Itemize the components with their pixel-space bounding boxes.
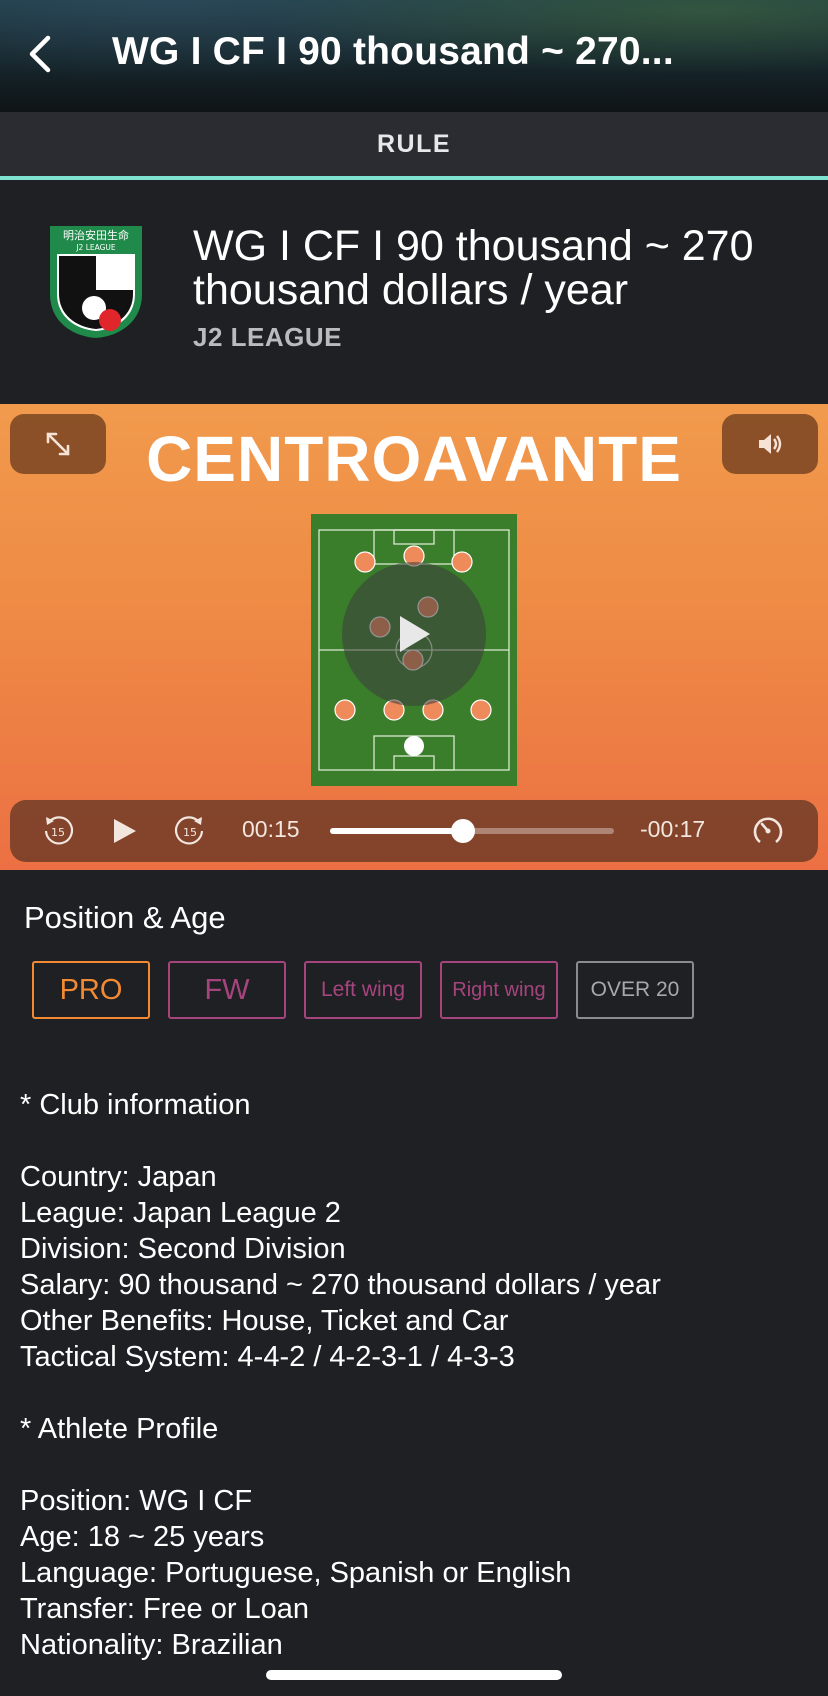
club-info-line: Salary: 90 thousand ~ 270 thousand dolla… <box>20 1269 661 1301</box>
chevron-left-icon <box>29 35 51 73</box>
job-header: 明治安田生命 J2 LEAGUE WG I CF I 90 thousand ~… <box>0 180 828 404</box>
svg-text:15: 15 <box>51 826 65 839</box>
svg-text:J2 LEAGUE: J2 LEAGUE <box>75 243 116 252</box>
seek-bar[interactable] <box>330 819 614 843</box>
tag-right-wing[interactable]: Right wing <box>440 961 558 1019</box>
seek-thumb[interactable] <box>451 819 476 843</box>
job-description: * Club information Country: Japan League… <box>20 1087 810 1663</box>
athlete-profile-line: Position: WG I CF <box>20 1485 253 1517</box>
play-icon <box>114 819 136 843</box>
play-button[interactable] <box>104 811 144 851</box>
playback-speed-button[interactable] <box>748 811 788 851</box>
club-info-line: League: Japan League 2 <box>20 1197 341 1229</box>
video-heading: CENTROAVANTE <box>146 423 682 495</box>
forward-15-icon: 15 <box>174 816 204 845</box>
athlete-profile-line: Language: Portuguese, Spanish or English <box>20 1557 572 1589</box>
svg-text:明治安田生命: 明治安田生命 <box>63 228 129 242</box>
club-info-line: Other Benefits: House, Ticket and Car <box>20 1305 509 1337</box>
club-info-line: Division: Second Division <box>20 1233 346 1265</box>
rewind-15-icon: 15 <box>44 816 74 845</box>
tag-left-wing[interactable]: Left wing <box>304 961 422 1019</box>
play-overlay-button[interactable] <box>342 562 486 706</box>
position-age-title: Position & Age <box>24 900 226 935</box>
athlete-profile-line: Nationality: Brazilian <box>20 1629 283 1661</box>
athlete-profile-line: Age: 18 ~ 25 years <box>20 1521 265 1553</box>
svg-text:15: 15 <box>183 826 197 839</box>
club-info-line: Tactical System: 4-4-2 / 4-2-3-1 / 4-3-3 <box>20 1341 515 1373</box>
top-bar: WG I CF I 90 thousand ~ 270... <box>0 0 828 112</box>
tag-fw[interactable]: FW <box>168 961 286 1019</box>
skip-back-button[interactable]: 15 <box>38 811 78 851</box>
club-info-heading: * Club information <box>20 1089 251 1121</box>
back-button[interactable] <box>20 30 60 78</box>
tab-bar: RULE <box>0 112 828 180</box>
playback-speed-icon <box>753 817 783 844</box>
page-title: WG I CF I 90 thousand ~ 270... <box>112 30 674 73</box>
elapsed-time: 00:15 <box>242 816 300 842</box>
league-name: J2 LEAGUE <box>193 322 342 352</box>
tag-over-20[interactable]: OVER 20 <box>576 961 694 1019</box>
skip-forward-button[interactable]: 15 <box>170 811 210 851</box>
remaining-time: -00:17 <box>640 816 706 842</box>
home-indicator[interactable] <box>266 1670 562 1680</box>
tag-pro[interactable]: PRO <box>32 961 150 1019</box>
play-icon <box>400 616 430 652</box>
athlete-profile-line: Transfer: Free or Loan <box>20 1593 310 1625</box>
video-controls: 15 15 00:15 -00:17 <box>10 800 818 862</box>
job-title: WG I CF I 90 thousand ~ 270 thousand dol… <box>193 222 754 314</box>
athlete-profile-heading: * Athlete Profile <box>20 1413 219 1445</box>
speaker-icon <box>759 434 782 454</box>
sound-button[interactable] <box>722 414 818 474</box>
seek-bar-progress <box>330 828 464 834</box>
tab-rule[interactable]: RULE <box>377 130 451 159</box>
club-info-line: Country: Japan <box>20 1161 217 1193</box>
video-player[interactable]: CENTROAVANTE 15 15 00:15 -00:17 <box>0 404 828 870</box>
j2-league-crest-logo: 明治安田生命 J2 LEAGUE <box>50 226 142 338</box>
